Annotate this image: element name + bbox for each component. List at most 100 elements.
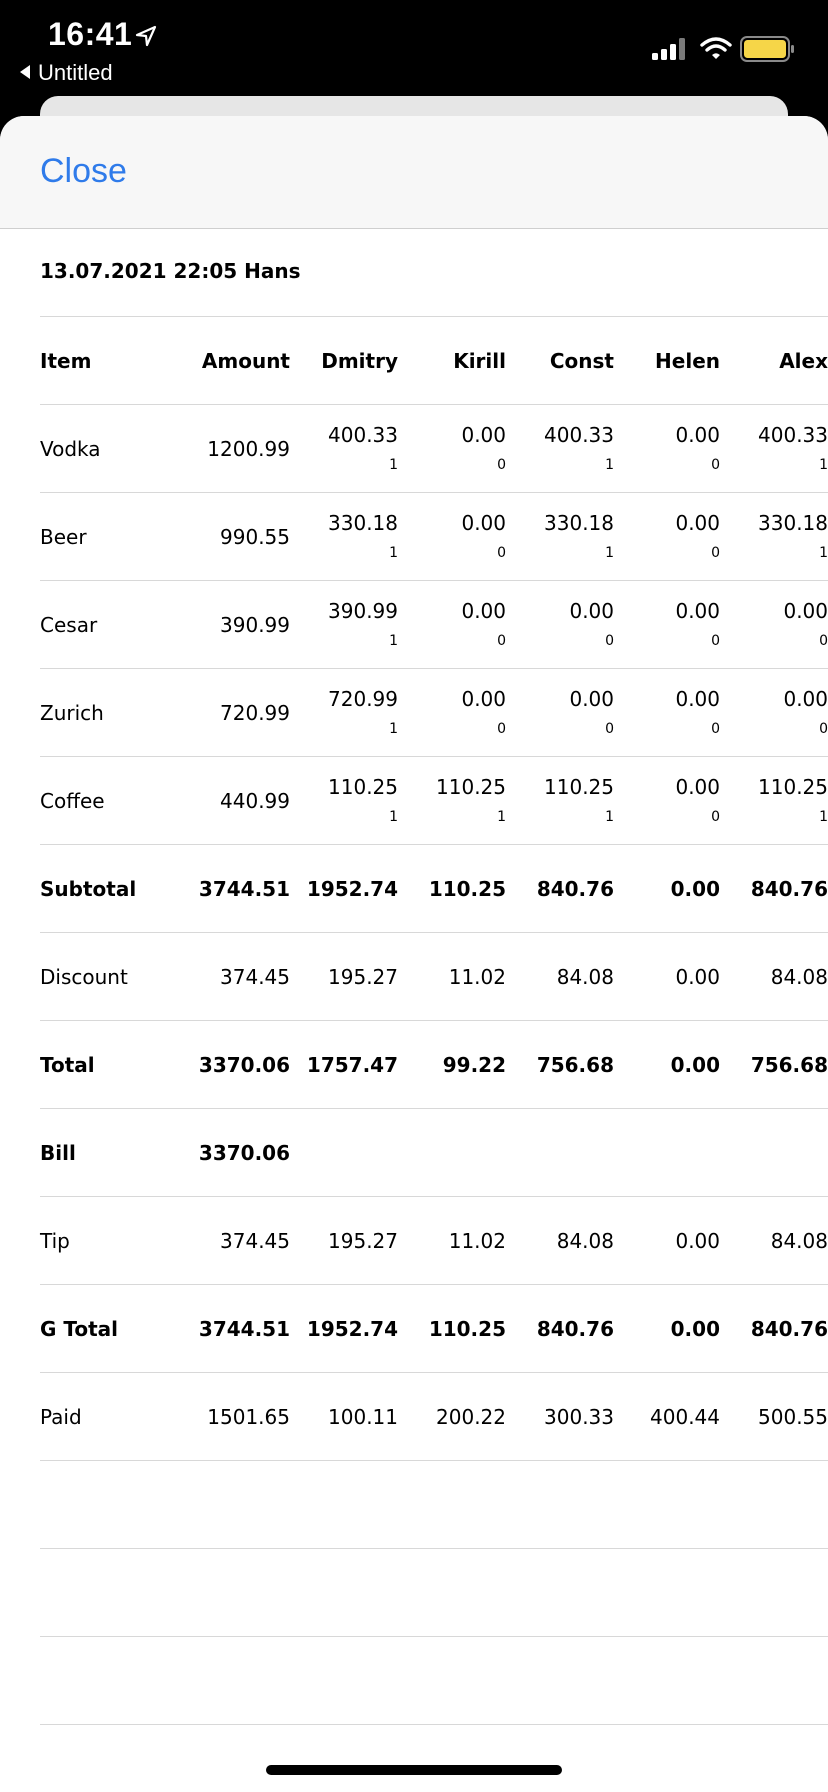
empty-row	[40, 1549, 828, 1637]
summary-value-cell: 84.08	[506, 1197, 614, 1285]
summary-value-cell: 840.76	[506, 1285, 614, 1373]
summary-amount: 3370.06	[198, 1053, 290, 1077]
item-name-cell: Cesar	[40, 581, 160, 669]
summary-value-cell: 1952.74	[290, 845, 398, 933]
summary-value-cell: 0.00	[614, 1285, 720, 1373]
sheet-header: Close	[0, 116, 828, 229]
item-amount-cell: 990.55	[152, 493, 290, 581]
summary-row: Bill 3370.06	[40, 1109, 828, 1197]
share-value: 0.00	[675, 599, 720, 623]
share-cell: 330.18 1	[720, 493, 828, 581]
summary-value-cell: 840.76	[720, 845, 828, 933]
summary-value-cell: 500.55	[720, 1373, 828, 1461]
share-count: 0	[711, 721, 720, 737]
item-name-cell: Vodka	[40, 405, 160, 493]
home-indicator[interactable]	[266, 1765, 562, 1775]
share-value: 0.00	[783, 687, 828, 711]
item-amount: 1200.99	[207, 437, 290, 461]
share-cell: 0.00 0	[614, 757, 720, 845]
summary-value: 1952.74	[306, 877, 398, 901]
share-cell: 110.25 1	[398, 757, 506, 845]
bill-sheet: Close 13.07.2021 22:05 Hans Item Amount …	[0, 116, 828, 1792]
share-cell: 110.25 1	[720, 757, 828, 845]
share-value: 720.99	[328, 687, 398, 711]
header-person: Alex	[779, 349, 828, 373]
table-row[interactable]: Zurich 720.99 720.99 1 0.00 0 0.00 0 0.00 0 0.00 0	[40, 669, 828, 757]
summary-value: 1757.47	[306, 1053, 398, 1077]
summary-value: 756.68	[750, 1053, 828, 1077]
share-value: 330.18	[758, 511, 828, 535]
summary-value-cell: 756.68	[720, 1021, 828, 1109]
share-value: 110.25	[758, 775, 828, 799]
share-value: 110.25	[436, 775, 506, 799]
summary-value: 840.76	[536, 877, 614, 901]
header-cell: Alex	[720, 317, 828, 405]
table-row[interactable]: Vodka 1200.99 400.33 1 0.00 0 400.33 1 0.00 0 400.…	[40, 405, 828, 493]
summary-value: 84.08	[556, 965, 614, 989]
share-count: 0	[497, 457, 506, 473]
share-count: 0	[605, 721, 614, 737]
summary-value: 110.25	[428, 877, 506, 901]
header-cell: Amount	[152, 317, 290, 405]
summary-label: Total	[40, 1053, 95, 1077]
back-to-app-link[interactable]: Untitled	[20, 60, 113, 86]
summary-value-cell: 756.68	[506, 1021, 614, 1109]
summary-value-cell: 0.00	[614, 1021, 720, 1109]
header-item: Item	[40, 349, 92, 373]
back-app-label: Untitled	[38, 60, 113, 85]
share-cell: 400.33 1	[720, 405, 828, 493]
share-value: 110.25	[544, 775, 614, 799]
header-amount: Amount	[201, 349, 290, 373]
item-name-cell: Coffee	[40, 757, 160, 845]
summary-label-cell: Discount	[40, 933, 160, 1021]
summary-value-cell	[614, 1109, 720, 1197]
bill-title-row: 13.07.2021 22:05 Hans	[40, 229, 828, 317]
item-name: Zurich	[40, 701, 104, 725]
share-cell: 110.25 1	[290, 757, 398, 845]
share-value: 390.99	[328, 599, 398, 623]
summary-value: 0.00	[670, 1317, 720, 1341]
table-row[interactable]: Cesar 390.99 390.99 1 0.00 0 0.00 0 0.00 0 0.00 0	[40, 581, 828, 669]
summary-label: Paid	[40, 1405, 82, 1429]
summary-amount: 1501.65	[207, 1405, 290, 1429]
share-count: 1	[389, 721, 398, 737]
summary-row: Paid 1501.65 100.11 200.22 300.33 400.44 500.5…	[40, 1373, 828, 1461]
share-count: 1	[389, 457, 398, 473]
summary-value-cell	[720, 1109, 828, 1197]
summary-value-cell: 99.22	[398, 1021, 506, 1109]
share-count: 1	[819, 457, 828, 473]
summary-value-cell: 100.11	[290, 1373, 398, 1461]
location-arrow-icon	[135, 25, 157, 47]
summary-label: G Total	[40, 1317, 119, 1341]
summary-amount-cell: 374.45	[152, 933, 290, 1021]
header-person: Kirill	[453, 349, 506, 373]
share-cell: 330.18 1	[290, 493, 398, 581]
share-count: 0	[605, 633, 614, 649]
summary-label-cell: Bill	[40, 1109, 160, 1197]
share-cell: 0.00 0	[506, 581, 614, 669]
share-value: 400.33	[328, 423, 398, 447]
item-amount: 390.99	[220, 613, 290, 637]
summary-value-cell: 0.00	[614, 1197, 720, 1285]
table-row[interactable]: Beer 990.55 330.18 1 0.00 0 330.18 1 0.00 0 330.18…	[40, 493, 828, 581]
summary-value: 84.08	[770, 1229, 828, 1253]
share-count: 0	[711, 809, 720, 825]
summary-label-cell: G Total	[40, 1285, 160, 1373]
share-value: 0.00	[569, 687, 614, 711]
summary-value: 100.11	[328, 1405, 398, 1429]
table-row[interactable]: Coffee 440.99 110.25 1 110.25 1 110.25 1 0.00 0 11…	[40, 757, 828, 845]
close-button[interactable]: Close	[40, 152, 127, 191]
share-cell: 0.00 0	[506, 669, 614, 757]
header-cell: Helen	[614, 317, 720, 405]
share-cell: 400.33 1	[290, 405, 398, 493]
summary-value-cell: 84.08	[720, 933, 828, 1021]
summary-amount-cell: 374.45	[152, 1197, 290, 1285]
header-person: Helen	[655, 349, 720, 373]
table-header-row: Item Amount Dmitry Kirill Const Helen Al…	[40, 317, 828, 405]
share-count: 1	[497, 809, 506, 825]
summary-value: 0.00	[670, 1053, 720, 1077]
share-count: 0	[711, 457, 720, 473]
back-triangle-icon	[20, 65, 30, 79]
share-count: 0	[497, 721, 506, 737]
summary-value-cell	[398, 1109, 506, 1197]
